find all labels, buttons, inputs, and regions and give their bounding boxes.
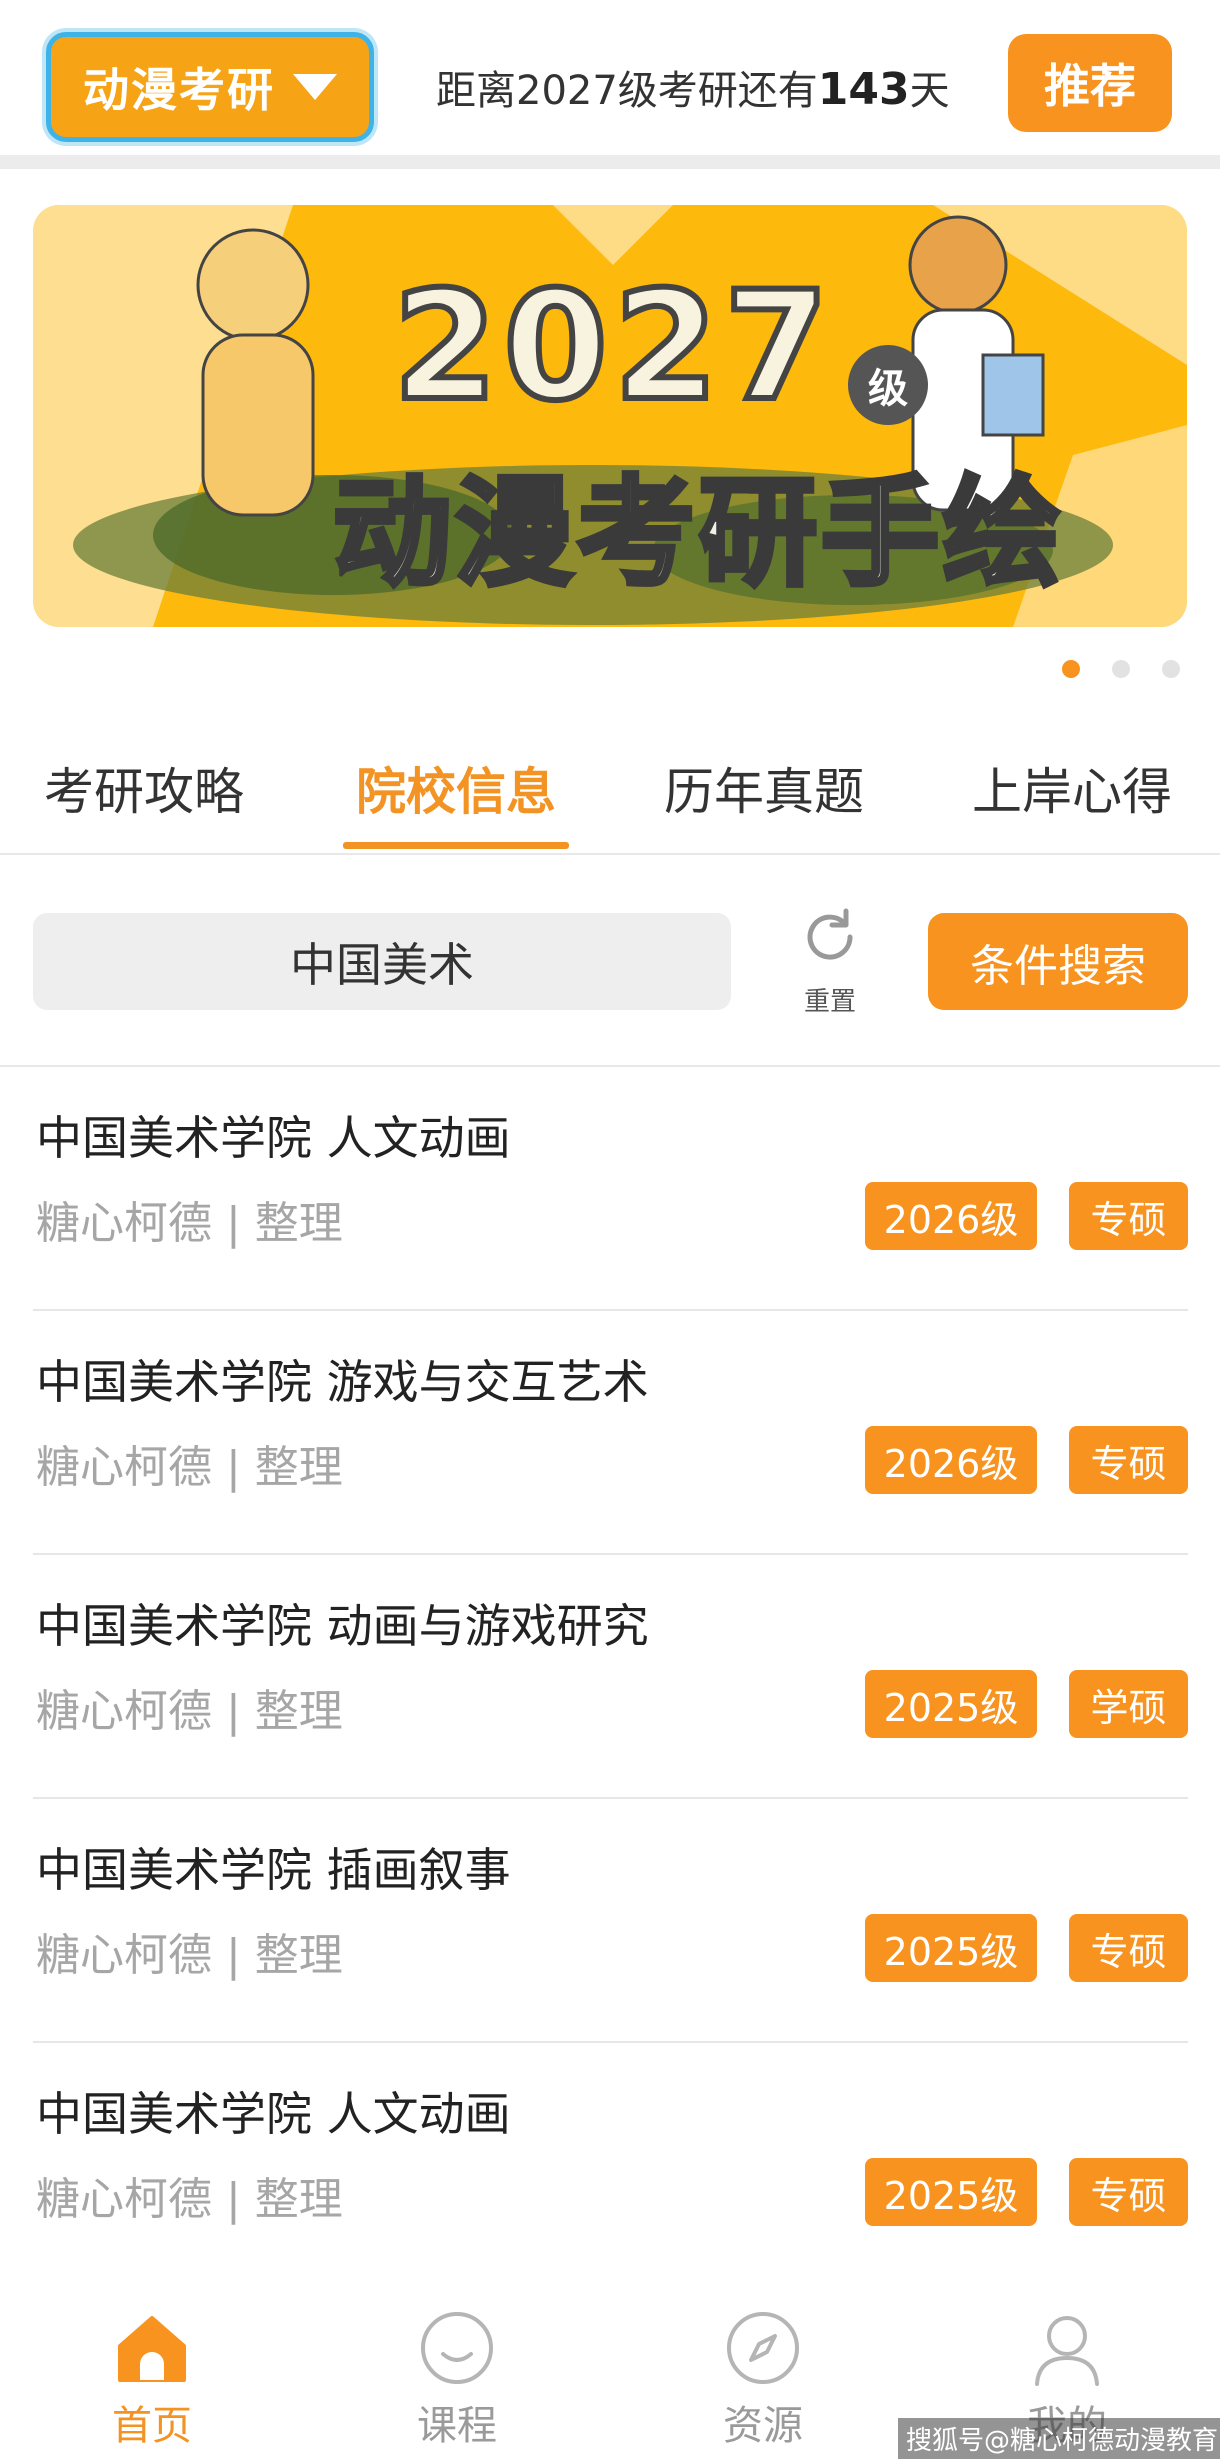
tab-past-exams[interactable]: 历年真题	[644, 740, 884, 855]
home-icon	[118, 2316, 186, 2382]
countdown-prefix: 距离2027级考研还有	[436, 68, 818, 114]
carousel-dot[interactable]	[1162, 660, 1180, 678]
app-screen: 动漫考研 距离2027级考研还有143天 推荐 2027 级 动漫考研手绘 考研…	[0, 0, 1220, 2463]
nav-label: 资源	[723, 2403, 803, 2449]
nav-home[interactable]: 首页	[62, 2268, 242, 2463]
degree-type-badge: 学硕	[1069, 1670, 1188, 1738]
item-title: 中国美术学院 人文动画	[36, 1111, 511, 1165]
search-input[interactable]: 中国美术	[33, 913, 731, 1010]
nav-courses[interactable]: 课程	[367, 2268, 547, 2463]
brand-label: 动漫考研	[83, 63, 275, 117]
list-item[interactable]: 中国美术学院 人文动画 糖心柯德 | 整理 2025级 专硕	[0, 2043, 1220, 2287]
top-header: 动漫考研 距离2027级考研还有143天 推荐	[0, 0, 1220, 155]
carousel-dot[interactable]	[1112, 660, 1130, 678]
degree-type-badge: 专硕	[1069, 1426, 1188, 1494]
degree-type-badge: 专硕	[1069, 2158, 1188, 2226]
reset-label: 重置	[803, 987, 856, 1017]
nav-resources[interactable]: 资源	[673, 2268, 853, 2463]
list-item[interactable]: 中国美术学院 人文动画 糖心柯德 | 整理 2026级 专硕	[0, 1067, 1220, 1311]
item-meta: 糖心柯德 | 整理	[36, 1930, 343, 1981]
year-badge: 2025级	[865, 1914, 1037, 1982]
banner-year: 2027	[390, 257, 835, 437]
year-badge: 2025级	[865, 1670, 1037, 1738]
list-item[interactable]: 中国美术学院 游戏与交互艺术 糖心柯德 | 整理 2026级 专硕	[0, 1311, 1220, 1555]
banner-grade-badge: 级	[848, 345, 928, 425]
user-icon	[1035, 2316, 1099, 2386]
item-meta: 糖心柯德 | 整理	[36, 1442, 343, 1493]
countdown-suffix: 天	[909, 68, 950, 114]
nav-label: 课程	[417, 2403, 497, 2449]
year-badge: 2025级	[865, 2158, 1037, 2226]
watermark: 搜狐号@糖心柯德动漫教育	[898, 2418, 1220, 2459]
degree-type-badge: 专硕	[1069, 1182, 1188, 1250]
banner-title: 动漫考研手绘	[330, 462, 1066, 605]
carousel-dot[interactable]	[1062, 660, 1080, 678]
header-divider	[0, 155, 1220, 169]
countdown-days: 143	[817, 64, 910, 115]
reset-button[interactable]: 重置	[790, 905, 870, 1020]
exam-countdown: 距离2027级考研还有143天	[436, 58, 950, 116]
promo-banner[interactable]: 2027 级 动漫考研手绘	[33, 205, 1187, 627]
carousel-indicators	[1062, 660, 1180, 678]
item-title: 中国美术学院 人文动画	[36, 2087, 511, 2141]
year-badge: 2026级	[865, 1182, 1037, 1250]
degree-type-badge: 专硕	[1069, 1914, 1188, 1982]
tab-experience[interactable]: 上岸心得	[952, 740, 1192, 855]
refresh-icon	[807, 908, 853, 960]
compass-icon	[727, 2312, 799, 2384]
item-title: 中国美术学院 游戏与交互艺术	[36, 1355, 649, 1409]
active-tab-indicator	[343, 842, 569, 849]
item-meta: 糖心柯德 | 整理	[36, 1198, 343, 1249]
nav-label: 首页	[112, 2403, 192, 2449]
year-badge: 2026级	[865, 1426, 1037, 1494]
category-tabs: 考研攻略 院校信息 历年真题 上岸心得	[0, 740, 1220, 855]
item-meta: 糖心柯德 | 整理	[36, 2174, 343, 2225]
tab-school-info[interactable]: 院校信息	[336, 740, 576, 855]
item-title: 中国美术学院 动画与游戏研究	[36, 1599, 649, 1653]
filter-search-button[interactable]: 条件搜索	[928, 913, 1188, 1010]
recommend-button[interactable]: 推荐	[1008, 34, 1172, 132]
list-item[interactable]: 中国美术学院 插画叙事 糖心柯德 | 整理 2025级 专硕	[0, 1799, 1220, 2043]
item-meta: 糖心柯德 | 整理	[36, 1686, 343, 1737]
list-item[interactable]: 中国美术学院 动画与游戏研究 糖心柯德 | 整理 2025级 学硕	[0, 1555, 1220, 1799]
smile-icon	[421, 2312, 493, 2384]
tab-strategy[interactable]: 考研攻略	[24, 740, 264, 855]
brand-dropdown[interactable]: 动漫考研	[46, 32, 374, 142]
caret-down-icon	[293, 74, 337, 100]
item-title: 中国美术学院 插画叙事	[36, 1843, 511, 1897]
tabs-divider	[0, 853, 1220, 855]
